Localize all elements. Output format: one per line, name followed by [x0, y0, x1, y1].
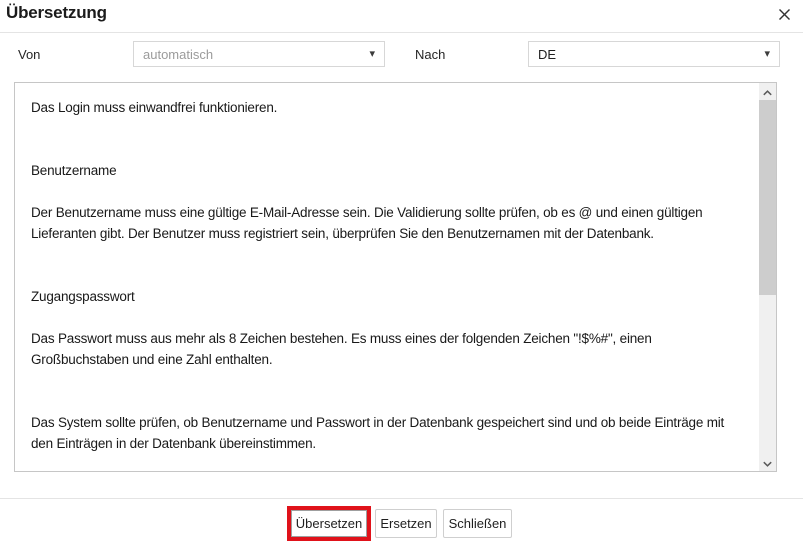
- chevron-down-icon: ▾: [369, 49, 375, 60]
- page-title: Übersetzung: [6, 3, 107, 23]
- chevron-down-icon: ▾: [764, 49, 770, 60]
- source-text-area[interactable]: Das Login muss einwandfrei funktionieren…: [14, 82, 777, 472]
- to-label: Nach: [415, 47, 445, 62]
- highlight-annotation: Übersetzen: [287, 506, 371, 541]
- to-language-dropdown[interactable]: DE ▾: [528, 41, 780, 67]
- header-divider: [0, 32, 803, 33]
- chevron-down-icon: [763, 454, 772, 472]
- chevron-up-icon: [763, 83, 772, 101]
- close-button[interactable]: [773, 6, 795, 26]
- scroll-up-button[interactable]: [759, 83, 776, 100]
- replace-button[interactable]: Ersetzen: [375, 509, 437, 538]
- from-label: Von: [18, 47, 40, 62]
- vertical-scrollbar[interactable]: [759, 83, 776, 471]
- from-language-dropdown[interactable]: automatisch ▾: [133, 41, 385, 67]
- close-dialog-button[interactable]: Schließen: [443, 509, 512, 538]
- translate-button[interactable]: Übersetzen: [291, 510, 367, 537]
- close-icon: [779, 7, 790, 25]
- footer-divider: [0, 498, 803, 499]
- source-text-content: Das Login muss einwandfrei funktionieren…: [15, 83, 759, 471]
- to-language-value: DE: [538, 47, 556, 62]
- from-language-value: automatisch: [143, 47, 213, 62]
- translation-dialog: Übersetzung Von automatisch ▾ Nach DE ▾ …: [0, 0, 803, 542]
- scroll-down-button[interactable]: [759, 454, 776, 471]
- scrollbar-thumb[interactable]: [759, 100, 776, 295]
